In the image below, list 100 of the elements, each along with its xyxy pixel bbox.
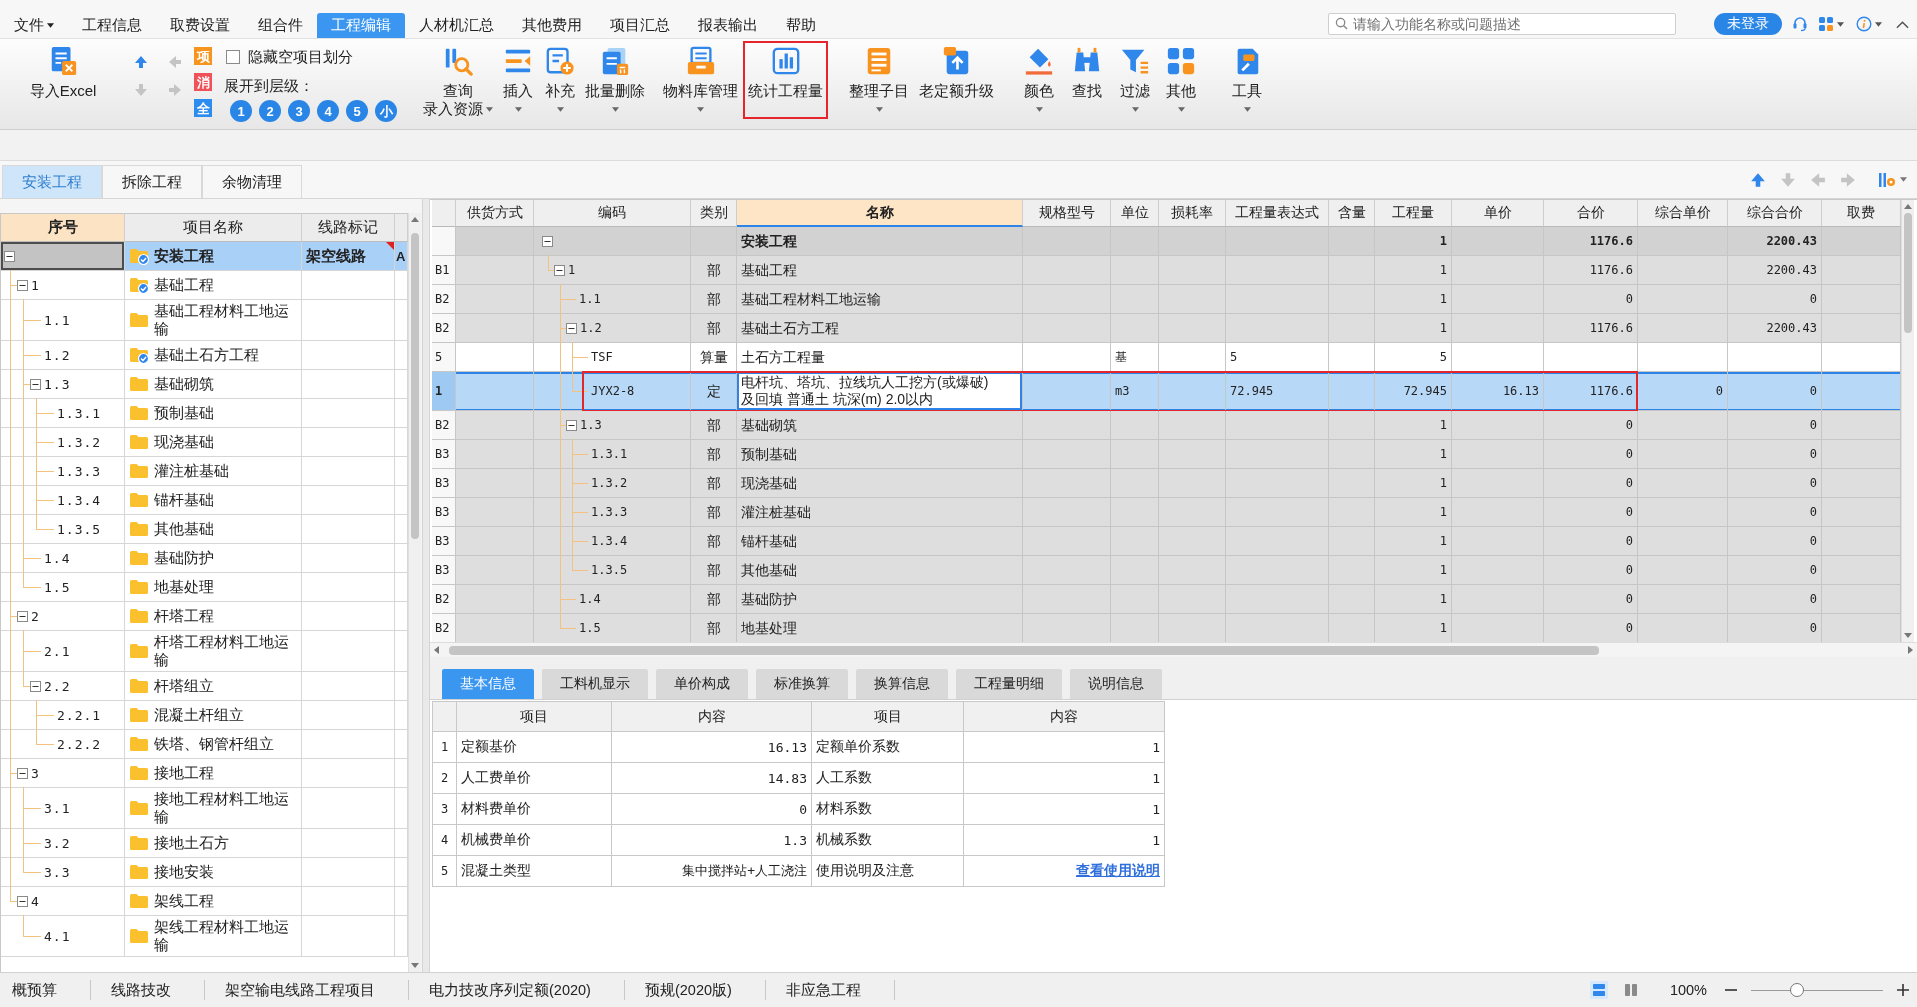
table-row[interactable]: B3 1.3.3 部 灌注桩基础 1 0 0: [432, 498, 1901, 527]
column-header[interactable]: 规格型号: [1023, 200, 1111, 227]
tree-row[interactable]: 1.3.5 其他基础: [1, 515, 408, 544]
level-button[interactable]: 2: [259, 100, 281, 122]
menu-item[interactable]: 人材机汇总: [405, 13, 508, 38]
info-icon[interactable]: [1856, 16, 1872, 32]
column-header[interactable]: 综合单价: [1638, 200, 1728, 227]
collapse-toggle[interactable]: [17, 279, 28, 291]
search-field[interactable]: 请输入功能名称或问题描述: [1328, 13, 1676, 35]
tab[interactable]: 工程量明细: [956, 669, 1062, 699]
table-row[interactable]: B1 1 部 基础工程 1 1176.6 2200.43: [432, 256, 1901, 285]
zoom-in-icon[interactable]: [1897, 984, 1909, 996]
table-row[interactable]: B2 1.3 部 基础砌筑 1 0 0: [432, 411, 1901, 440]
column-header[interactable]: 序号: [1, 214, 125, 242]
caret-icon[interactable]: [1900, 177, 1907, 182]
scroll-up-icon[interactable]: [1904, 204, 1912, 209]
menu-item[interactable]: 其他费用: [508, 13, 596, 38]
menu-item[interactable]: 工程信息: [68, 13, 156, 38]
column-header[interactable]: 供货方式: [456, 200, 534, 227]
toolbar-button[interactable]: 补充: [540, 41, 580, 119]
collapse-toggle[interactable]: [4, 250, 15, 262]
column-settings-icon[interactable]: [1878, 170, 1896, 189]
toolbar-button[interactable]: 整理子目: [844, 41, 914, 119]
toolbar-button[interactable]: 统计工程量: [743, 41, 828, 119]
toolbar-button[interactable]: 其他: [1161, 41, 1201, 119]
toolbar-button[interactable]: 插入: [498, 41, 538, 119]
slider-thumb[interactable]: [1790, 983, 1805, 997]
import-button[interactable]: 导入Excel: [22, 41, 104, 100]
table-row[interactable]: B2 1.2 部 基础土石方工程 1 1176.6 2200.43: [432, 314, 1901, 343]
toolbar-button[interactable]: 批量删除: [580, 41, 650, 119]
tree-row[interactable]: 1.3.2 现浇基础: [1, 428, 408, 457]
column-header[interactable]: 损耗率: [1159, 200, 1226, 227]
table-row[interactable]: B3 1.3.5 部 其他基础 1 0 0: [432, 556, 1901, 585]
column-header[interactable]: 含量: [1329, 200, 1375, 227]
grid-icon[interactable]: [1818, 16, 1834, 32]
column-header[interactable]: 编码: [534, 200, 691, 227]
menu-item[interactable]: 帮助: [772, 13, 830, 38]
vertical-scrollbar[interactable]: [1901, 200, 1914, 642]
tree-row[interactable]: 安装工程 架空线路 A: [1, 242, 408, 271]
column-header[interactable]: 取费: [1822, 200, 1901, 227]
menu-item[interactable]: 文件: [0, 13, 68, 38]
table-row[interactable]: B3 1.3.1 部 预制基础 1 0 0: [432, 440, 1901, 469]
scrollbar-thumb[interactable]: [1904, 213, 1912, 333]
checkbox[interactable]: [226, 50, 240, 64]
tree-row[interactable]: 1.3.3 灌注桩基础: [1, 457, 408, 486]
scrollbar-thumb[interactable]: [449, 645, 1599, 655]
table-row[interactable]: 安装工程 1 1176.6 2200.43: [432, 227, 1901, 256]
caret-icon[interactable]: [1875, 21, 1882, 27]
collapse-toggle[interactable]: [30, 378, 41, 390]
tab[interactable]: 换算信息: [856, 669, 948, 699]
level-button[interactable]: 3: [288, 100, 310, 122]
tree-row[interactable]: 2 杆塔工程: [1, 602, 408, 631]
tab[interactable]: 说明信息: [1070, 669, 1162, 699]
tree-row[interactable]: 2.2.1 混凝土杆组立: [1, 701, 408, 730]
menu-item[interactable]: 组合件: [244, 13, 317, 38]
login-button[interactable]: 未登录: [1714, 13, 1782, 35]
tree-row[interactable]: 3.3 接地安装: [1, 858, 408, 887]
table-row[interactable]: B3 1.3.4 部 锚杆基础 1 0 0: [432, 527, 1901, 556]
collapse-toggle[interactable]: [554, 264, 565, 276]
toolbar-button[interactable]: 查找: [1067, 41, 1107, 119]
column-header[interactable]: 工程量表达式: [1226, 200, 1329, 227]
tree-row[interactable]: 1.3.4 锚杆基础: [1, 486, 408, 515]
scrollbar-thumb[interactable]: [411, 233, 419, 539]
tab[interactable]: 单价构成: [656, 669, 748, 699]
tree-row[interactable]: 1.5 地基处理: [1, 573, 408, 602]
tab[interactable]: 拆除工程: [102, 165, 202, 198]
level-button[interactable]: 小: [375, 100, 397, 122]
menu-item[interactable]: 项目汇总: [596, 13, 684, 38]
toolbar-button[interactable]: 老定额升级: [914, 41, 999, 119]
table-row[interactable]: 5 TSF 算量 土石方工程量 基 5 5: [432, 343, 1901, 372]
horizontal-scrollbar[interactable]: [430, 642, 1917, 657]
column-header[interactable]: 工程量: [1375, 200, 1452, 227]
table-row[interactable]: 1 JYX2-8 定 电杆坑、塔坑、拉线坑人工挖方(或爆破)及回填 普通土 坑深(m) 2.0以内 m3 72.945 72.945 16.13 1176.6 0 0: [432, 372, 1901, 411]
column-header[interactable]: 单价: [1452, 200, 1544, 227]
caret-icon[interactable]: [1837, 21, 1844, 27]
collapse-toggle[interactable]: [17, 895, 28, 907]
tree-row[interactable]: 4.1 架线工程材料工地运输: [1, 916, 408, 957]
column-header[interactable]: 线路标记: [302, 214, 395, 242]
table-row[interactable]: B3 1.3.2 部 现浇基础 1 0 0: [432, 469, 1901, 498]
scroll-down-icon[interactable]: [1904, 633, 1912, 638]
tree-row[interactable]: 2.2.2 铁塔、钢管杆组立: [1, 730, 408, 759]
collapse-toggle[interactable]: [17, 610, 28, 622]
scroll-right-icon[interactable]: [1908, 646, 1913, 654]
level-button[interactable]: 4: [317, 100, 339, 122]
headset-icon[interactable]: [1792, 16, 1808, 32]
collapse-toggle[interactable]: [566, 322, 577, 334]
toolbar-button[interactable]: 查询 录入资源: [418, 41, 498, 119]
collapse-toggle[interactable]: [566, 419, 577, 431]
scroll-left-icon[interactable]: [434, 646, 439, 654]
tab[interactable]: 余物清理: [202, 165, 302, 198]
scroll-up-icon[interactable]: [411, 217, 419, 222]
tree-row[interactable]: 2.2 杆塔组立: [1, 672, 408, 701]
arrow-up-icon[interactable]: [134, 55, 148, 69]
tree-row[interactable]: 3.2 接地土石方: [1, 829, 408, 858]
collapse-toggle[interactable]: [17, 767, 28, 779]
table-row[interactable]: B2 1.4 部 基础防护 1 0 0: [432, 585, 1901, 614]
column-header[interactable]: 合价: [1544, 200, 1638, 227]
toolbar-button[interactable]: 物料库管理: [658, 41, 743, 119]
vertical-scrollbar[interactable]: [408, 213, 421, 972]
rows-layout-icon[interactable]: [1589, 981, 1608, 999]
